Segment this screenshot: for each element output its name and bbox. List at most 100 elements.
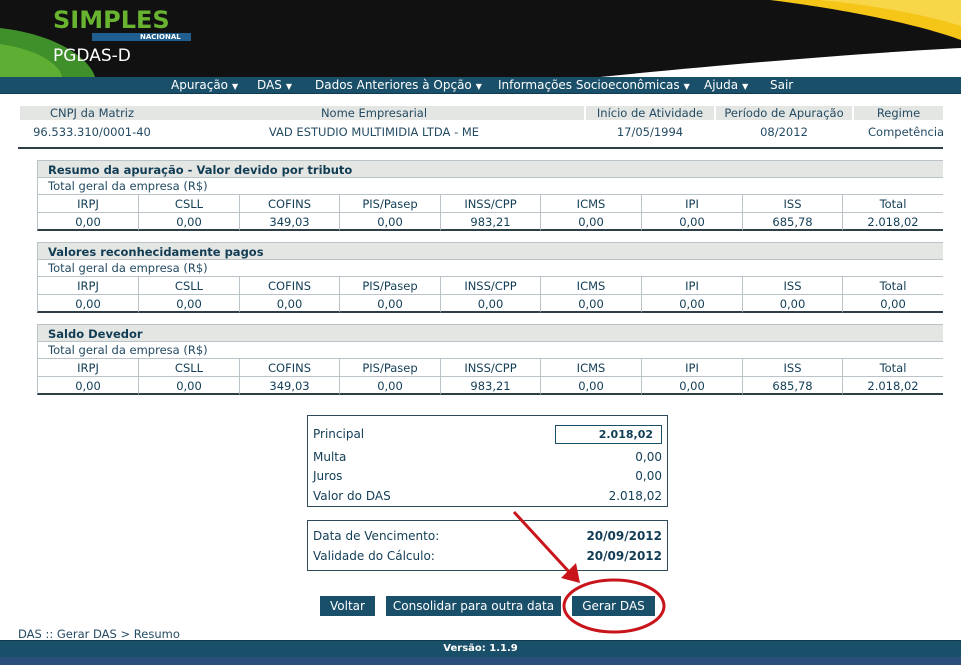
company-header-nome: Nome Empresarial bbox=[164, 106, 584, 120]
section-title: Valores reconhecidamente pagos bbox=[37, 242, 943, 260]
table-cell: 0,00 bbox=[138, 213, 239, 231]
section-title: Resumo da apuração - Valor devido por tr… bbox=[37, 160, 943, 178]
app-name: PGDAS-D bbox=[53, 46, 131, 66]
section-resumo-apuracao: Resumo da apuração - Valor devido por tr… bbox=[37, 160, 943, 231]
nav-item-sair[interactable]: Sair bbox=[770, 77, 793, 94]
section-subtitle: Total geral da empresa (R$) bbox=[37, 178, 943, 195]
breadcrumb: DAS :: Gerar DAS > Resumo bbox=[18, 627, 180, 641]
column-header: CSLL bbox=[138, 277, 239, 295]
column-header: ICMS bbox=[540, 359, 641, 377]
column-header: IPI bbox=[641, 359, 742, 377]
validade-label: Validade do Cálculo: bbox=[313, 549, 435, 563]
table-cell: 685,78 bbox=[742, 377, 842, 395]
section-title: Saldo Devedor bbox=[37, 324, 943, 342]
column-header: IRPJ bbox=[37, 277, 138, 295]
table-cell: 0,00 bbox=[239, 295, 339, 313]
nav-item-das[interactable]: DAS ▼ bbox=[257, 77, 292, 94]
chevron-down-icon: ▼ bbox=[683, 82, 690, 91]
summary-box: Principal 2.018,02 Multa 0,00 Juros 0,00… bbox=[307, 415, 668, 507]
table-cell: 0,00 bbox=[339, 213, 440, 231]
juros-label: Juros bbox=[313, 469, 343, 483]
table-cell: 0,00 bbox=[641, 295, 742, 313]
version-label: Versão: 1.1.9 bbox=[443, 643, 518, 654]
nav-item-ajuda[interactable]: Ajuda ▼ bbox=[704, 77, 748, 94]
table-cell: 0,00 bbox=[842, 295, 943, 313]
column-header: INSS/CPP bbox=[440, 359, 540, 377]
nav-item-label: Apuração bbox=[171, 78, 229, 92]
column-header: ISS bbox=[742, 359, 842, 377]
nav-item-apuracao[interactable]: Apuração ▼ bbox=[171, 77, 238, 94]
valor-das-value: 2.018,02 bbox=[608, 489, 662, 503]
dates-box: Data de Vencimento: 20/09/2012 Validade … bbox=[307, 520, 668, 571]
nav-item-informacoes-socioeconomicas[interactable]: Informações Socioeconômicas ▼ bbox=[498, 77, 690, 94]
table-row: 0,00 0,00 349,03 0,00 983,21 0,00 0,00 6… bbox=[37, 377, 943, 395]
divider bbox=[18, 147, 943, 149]
column-header: Total bbox=[842, 195, 943, 213]
column-header: PIS/Pasep bbox=[339, 195, 440, 213]
table-header-row: IRPJ CSLL COFINS PIS/Pasep INSS/CPP ICMS… bbox=[37, 195, 943, 213]
vencimento-row: Data de Vencimento: 20/09/2012 bbox=[313, 528, 662, 544]
multa-row: Multa 0,00 bbox=[313, 449, 662, 465]
nav-item-label: Informações Socioeconômicas bbox=[498, 78, 680, 92]
table-cell: 0,00 bbox=[540, 213, 641, 231]
vencimento-value: 20/09/2012 bbox=[586, 529, 662, 543]
column-header: COFINS bbox=[239, 359, 339, 377]
column-header: ICMS bbox=[540, 195, 641, 213]
table-cell: 0,00 bbox=[138, 377, 239, 395]
consolidar-button[interactable]: Consolidar para outra data bbox=[386, 596, 561, 616]
column-header: CSLL bbox=[138, 195, 239, 213]
table-row: 0,00 0,00 0,00 0,00 0,00 0,00 0,00 0,00 … bbox=[37, 295, 943, 313]
table-cell: 0,00 bbox=[641, 213, 742, 231]
table-cell: 0,00 bbox=[138, 295, 239, 313]
column-header: CSLL bbox=[138, 359, 239, 377]
table-cell: 0,00 bbox=[540, 377, 641, 395]
nav-item-label: DAS bbox=[257, 78, 282, 92]
gerar-das-button[interactable]: Gerar DAS bbox=[572, 596, 655, 616]
column-header: ICMS bbox=[540, 277, 641, 295]
table-cell: 0,00 bbox=[37, 295, 138, 313]
nav-item-label: Dados Anteriores à Opção bbox=[315, 78, 472, 92]
table-cell: 2.018,02 bbox=[842, 213, 943, 231]
principal-label: Principal bbox=[313, 427, 365, 441]
valor-das-row: Valor do DAS 2.018,02 bbox=[313, 488, 662, 504]
company-header-periodo: Período de Apuração bbox=[716, 106, 852, 120]
column-header: INSS/CPP bbox=[440, 195, 540, 213]
table-cell: 0,00 bbox=[440, 295, 540, 313]
table-cell: 0,00 bbox=[339, 295, 440, 313]
chevron-down-icon: ▼ bbox=[285, 82, 293, 91]
table-cell: 0,00 bbox=[37, 213, 138, 231]
logo-wordmark: SIMPLES bbox=[53, 6, 170, 34]
company-regime: Competência bbox=[868, 125, 945, 139]
company-header-regime: Regime bbox=[854, 106, 943, 120]
table-row: 0,00 0,00 349,03 0,00 983,21 0,00 0,00 6… bbox=[37, 213, 943, 231]
table-cell: 2.018,02 bbox=[842, 377, 943, 395]
logo-subtitle: NACIONAL bbox=[140, 33, 181, 41]
table-header-row: IRPJ CSLL COFINS PIS/Pasep INSS/CPP ICMS… bbox=[37, 359, 943, 377]
table-cell: 349,03 bbox=[239, 377, 339, 395]
column-header: COFINS bbox=[239, 195, 339, 213]
principal-field: 2.018,02 bbox=[555, 425, 662, 444]
section-saldo-devedor: Saldo Devedor Total geral da empresa (R$… bbox=[37, 324, 943, 395]
column-header: IRPJ bbox=[37, 195, 138, 213]
column-header: PIS/Pasep bbox=[339, 277, 440, 295]
nav-item-dados-anteriores[interactable]: Dados Anteriores à Opção ▼ bbox=[315, 77, 482, 94]
column-header: Total bbox=[842, 359, 943, 377]
column-header: ISS bbox=[742, 277, 842, 295]
column-header: COFINS bbox=[239, 277, 339, 295]
juros-value: 0,00 bbox=[635, 469, 662, 483]
table-cell: 0,00 bbox=[540, 295, 641, 313]
table-cell: 0,00 bbox=[37, 377, 138, 395]
chevron-down-icon: ▼ bbox=[742, 82, 749, 91]
validade-value: 20/09/2012 bbox=[586, 549, 662, 563]
table-cell: 685,78 bbox=[742, 213, 842, 231]
main-nav: Apuração ▼ DAS ▼ Dados Anteriores à Opção ▼… bbox=[0, 77, 961, 94]
company-cnpj: 96.533.310/0001-40 bbox=[33, 125, 151, 139]
column-header: ISS bbox=[742, 195, 842, 213]
company-periodo: 08/2012 bbox=[760, 125, 808, 139]
table-cell: 0,00 bbox=[339, 377, 440, 395]
nav-item-label: Ajuda bbox=[704, 78, 739, 92]
voltar-button[interactable]: Voltar bbox=[320, 596, 375, 616]
company-header-cnpj: CNPJ da Matriz bbox=[20, 106, 164, 120]
column-header: PIS/Pasep bbox=[339, 359, 440, 377]
table-cell: 983,21 bbox=[440, 213, 540, 231]
